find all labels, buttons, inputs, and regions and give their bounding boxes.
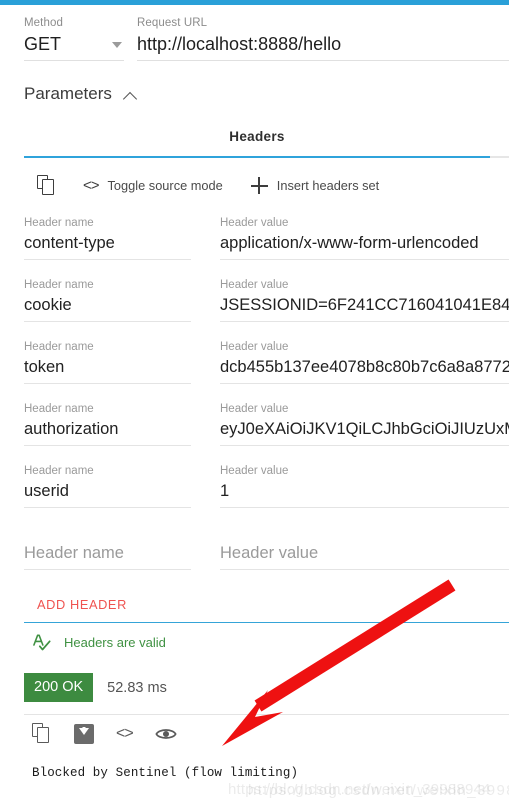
parameters-label: Parameters — [24, 84, 112, 103]
field-underline — [24, 383, 191, 384]
field-underline — [24, 259, 191, 260]
header-value-label: Header value — [220, 217, 289, 229]
header-value-label: Header value — [220, 341, 289, 353]
response-time-label: 52.83 ms — [107, 679, 167, 696]
header-name-input-empty[interactable]: Header name — [24, 525, 191, 587]
header-name-input[interactable]: Header name cookie — [24, 277, 191, 339]
field-underline — [220, 445, 509, 446]
status-badge: 200 OK — [24, 673, 94, 702]
app-accent-bar — [0, 0, 509, 5]
tab-active-indicator — [24, 156, 490, 158]
table-row: Header name cookie Header value JSESSION… — [24, 277, 509, 339]
response-divider — [24, 714, 509, 715]
header-name-value: authorization — [24, 420, 119, 438]
field-underline — [24, 445, 191, 446]
method-label: Method — [24, 17, 63, 29]
insert-headers-set-button[interactable]: Insert headers set — [250, 177, 380, 195]
response-toolbar: <> — [32, 723, 177, 744]
header-name-input[interactable]: Header name token — [24, 339, 191, 401]
header-value-input[interactable]: Header value JSESSIONID=6F241CC716041041… — [220, 277, 509, 339]
header-value-value: eyJ0eXAiOiJKV1QiLCJhbGciOiJIUzUxMiJ9.e — [220, 420, 509, 438]
header-value-input[interactable]: Header value eyJ0eXAiOiJKV1QiLCJhbGciOiJ… — [220, 401, 509, 463]
table-row: Header name token Header value dcb455b13… — [24, 339, 509, 401]
header-value-input[interactable]: Header value application/x-www-form-urle… — [220, 215, 509, 277]
watermark-text-overlay: https://blog.csdn.net/weixin_39988944 — [248, 782, 509, 799]
header-value-label: Header value — [220, 465, 289, 477]
copy-response-button[interactable] — [32, 723, 52, 744]
header-name-input[interactable]: Header name content-type — [24, 215, 191, 277]
view-source-button[interactable]: <> — [116, 725, 134, 742]
request-url-value: http://localhost:8888/hello — [137, 34, 342, 54]
method-value: GET — [24, 34, 62, 54]
headers-table: Header name content-type Header value ap… — [24, 215, 509, 587]
table-row: Header name userid Header value 1 — [24, 463, 509, 525]
toggle-source-mode-label: Toggle source mode — [107, 177, 223, 193]
insert-headers-set-label: Insert headers set — [276, 177, 380, 193]
field-underline — [220, 569, 509, 570]
method-select[interactable]: Method GET — [24, 16, 124, 65]
table-row-empty: Header name Header value — [24, 525, 509, 587]
tab-bar-track — [490, 156, 509, 158]
preview-response-button[interactable] — [155, 726, 177, 742]
header-value-value: JSESSIONID=6F241CC716041041E84B0520 — [220, 296, 509, 314]
header-value-label: Header value — [220, 403, 289, 415]
header-value-input[interactable]: Header value 1 — [220, 463, 509, 525]
header-name-label: Header name — [24, 341, 94, 353]
toggle-source-mode-button[interactable]: <> Toggle source mode — [83, 177, 223, 195]
field-underline — [220, 259, 509, 260]
header-value-input-empty[interactable]: Header value — [220, 525, 509, 587]
field-underline — [220, 507, 509, 508]
field-underline — [220, 321, 509, 322]
request-url-input[interactable]: Request URL http://localhost:8888/hello — [137, 16, 509, 65]
header-name-label: Header name — [24, 465, 94, 477]
field-underline — [24, 321, 191, 322]
header-value-input[interactable]: Header value dcb455b137ee4078b8c80b7c6a8… — [220, 339, 509, 401]
header-name-input[interactable]: Header name authorization — [24, 401, 191, 463]
header-name-input[interactable]: Header name userid — [24, 463, 191, 525]
header-name-label: Header name — [24, 403, 94, 415]
parameters-toggle[interactable]: Parameters — [24, 82, 137, 106]
header-name-label: Header name — [24, 217, 94, 229]
header-name-value: cookie — [24, 296, 72, 314]
plus-icon — [250, 177, 268, 194]
download-response-button[interactable] — [74, 723, 94, 744]
header-name-placeholder: Header name — [24, 544, 124, 562]
headers-validity-label: Headers are valid — [64, 635, 166, 650]
table-row: Header name content-type Header value ap… — [24, 215, 509, 277]
chevron-down-icon[interactable] — [112, 42, 122, 48]
section-divider — [24, 622, 509, 623]
copy-icon — [37, 175, 57, 196]
add-header-button[interactable]: ADD HEADER — [37, 596, 127, 614]
tab-bar: Headers — [24, 128, 490, 158]
field-underline — [24, 507, 191, 508]
request-url-label: Request URL — [137, 17, 208, 29]
request-line: Method GET Request URL http://localhost:… — [24, 16, 509, 65]
field-underline — [220, 383, 509, 384]
header-value-placeholder: Header value — [220, 544, 319, 562]
table-row: Header name authorization Header value e… — [24, 401, 509, 463]
header-name-value: content-type — [24, 234, 115, 252]
field-underline — [24, 569, 191, 570]
header-name-value: token — [24, 358, 65, 376]
chevron-up-icon[interactable] — [124, 89, 137, 102]
response-status: 200 OK 52.83 ms — [24, 673, 167, 702]
spellcheck-icon — [33, 634, 51, 651]
code-brackets-icon: <> — [83, 177, 100, 194]
header-value-value: application/x-www-form-urlencoded — [220, 234, 479, 252]
header-value-value: 1 — [220, 482, 230, 500]
api-console-screen: Method GET Request URL http://localhost:… — [0, 0, 509, 811]
header-name-label: Header name — [24, 279, 94, 291]
headers-toolbar: <> Toggle source mode Insert headers set — [37, 175, 379, 196]
copy-headers-button[interactable] — [37, 175, 57, 196]
request-url-underline — [137, 60, 509, 61]
headers-validity-status: Headers are valid — [31, 632, 166, 654]
header-value-value: dcb455b137ee4078b8c80b7c6a8a8772 — [220, 358, 509, 376]
method-underline — [24, 60, 124, 61]
header-name-value: userid — [24, 482, 69, 500]
tab-headers[interactable]: Headers — [24, 128, 490, 146]
header-value-label: Header value — [220, 279, 289, 291]
